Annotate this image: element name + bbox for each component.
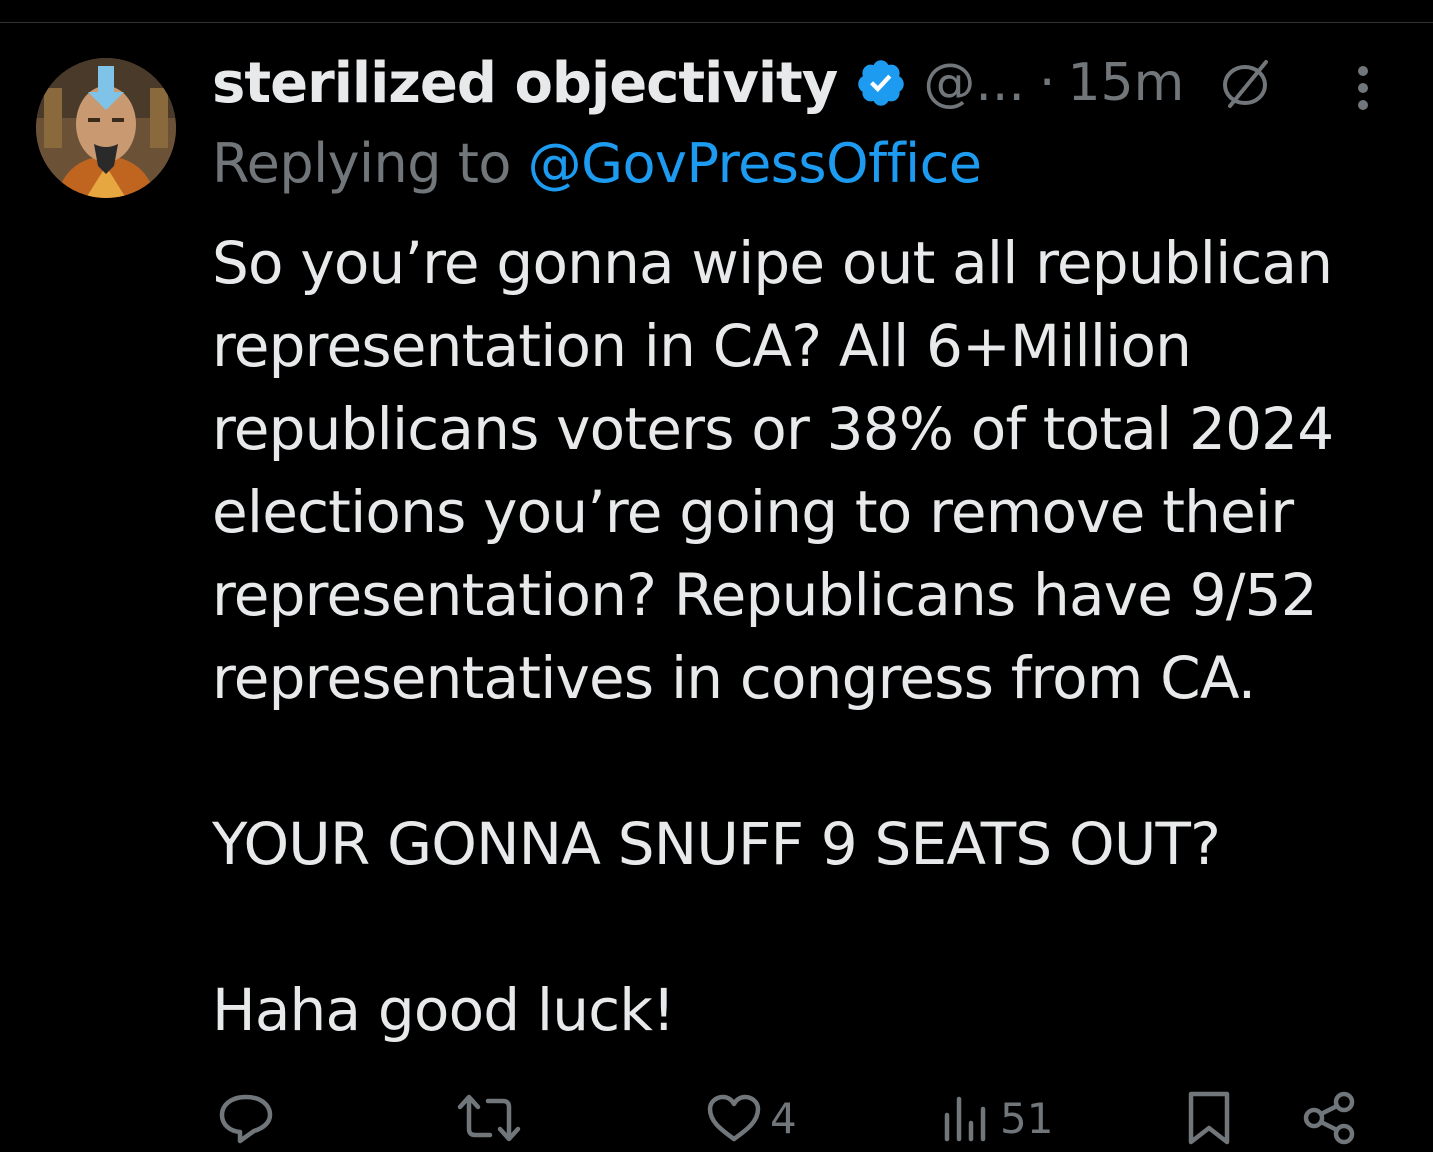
timestamp[interactable]: 15m [1067,53,1184,113]
bookmark-button[interactable] [1186,1088,1232,1148]
replying-to-line: Replying to @GovPressOffice [212,132,982,195]
author-handle[interactable]: @... [923,53,1025,113]
reply-icon [219,1094,273,1144]
reply-button[interactable] [216,1088,284,1148]
share-button[interactable] [1302,1088,1358,1148]
more-options-icon[interactable] [1346,62,1380,114]
tweet-paragraph: Haha good luck! [212,976,675,1044]
avatar[interactable] [36,58,176,198]
bookmark-icon [1188,1091,1230,1145]
author-display-name[interactable]: sterilized objectivity [212,51,838,116]
verified-badge-icon [855,57,907,109]
retweet-icon [457,1094,521,1142]
like-count: 4 [770,1093,797,1143]
tweet-header: sterilized objectivity @... · 15m [212,50,1276,116]
replying-to-label: Replying to [212,132,528,195]
like-button[interactable]: 4 [706,1088,797,1148]
views-button[interactable]: 51 [942,1088,1053,1148]
tweet-paragraph: So you’re gonna wipe out all republican … [212,229,1334,712]
tweet-paragraph: YOUR GONNA SNUFF 9 SEATS OUT? [212,810,1221,878]
share-icon [1303,1091,1355,1145]
replying-to-mention-link[interactable]: @GovPressOffice [528,132,982,195]
avatar-image-icon [36,58,176,198]
tweet-action-bar: 4 51 [0,1078,1433,1148]
views-bar-chart-icon [944,1096,986,1142]
tweet-text: So you’re gonna wipe out all republican … [212,222,1382,1052]
retweet-button[interactable] [456,1088,530,1148]
tweet[interactable]: sterilized objectivity @... · 15m Replyi… [0,0,1433,1152]
heart-icon [707,1094,761,1142]
separator-dot: · [1038,53,1056,113]
slashed-circle-icon [1218,54,1276,112]
views-count: 51 [1000,1093,1054,1143]
